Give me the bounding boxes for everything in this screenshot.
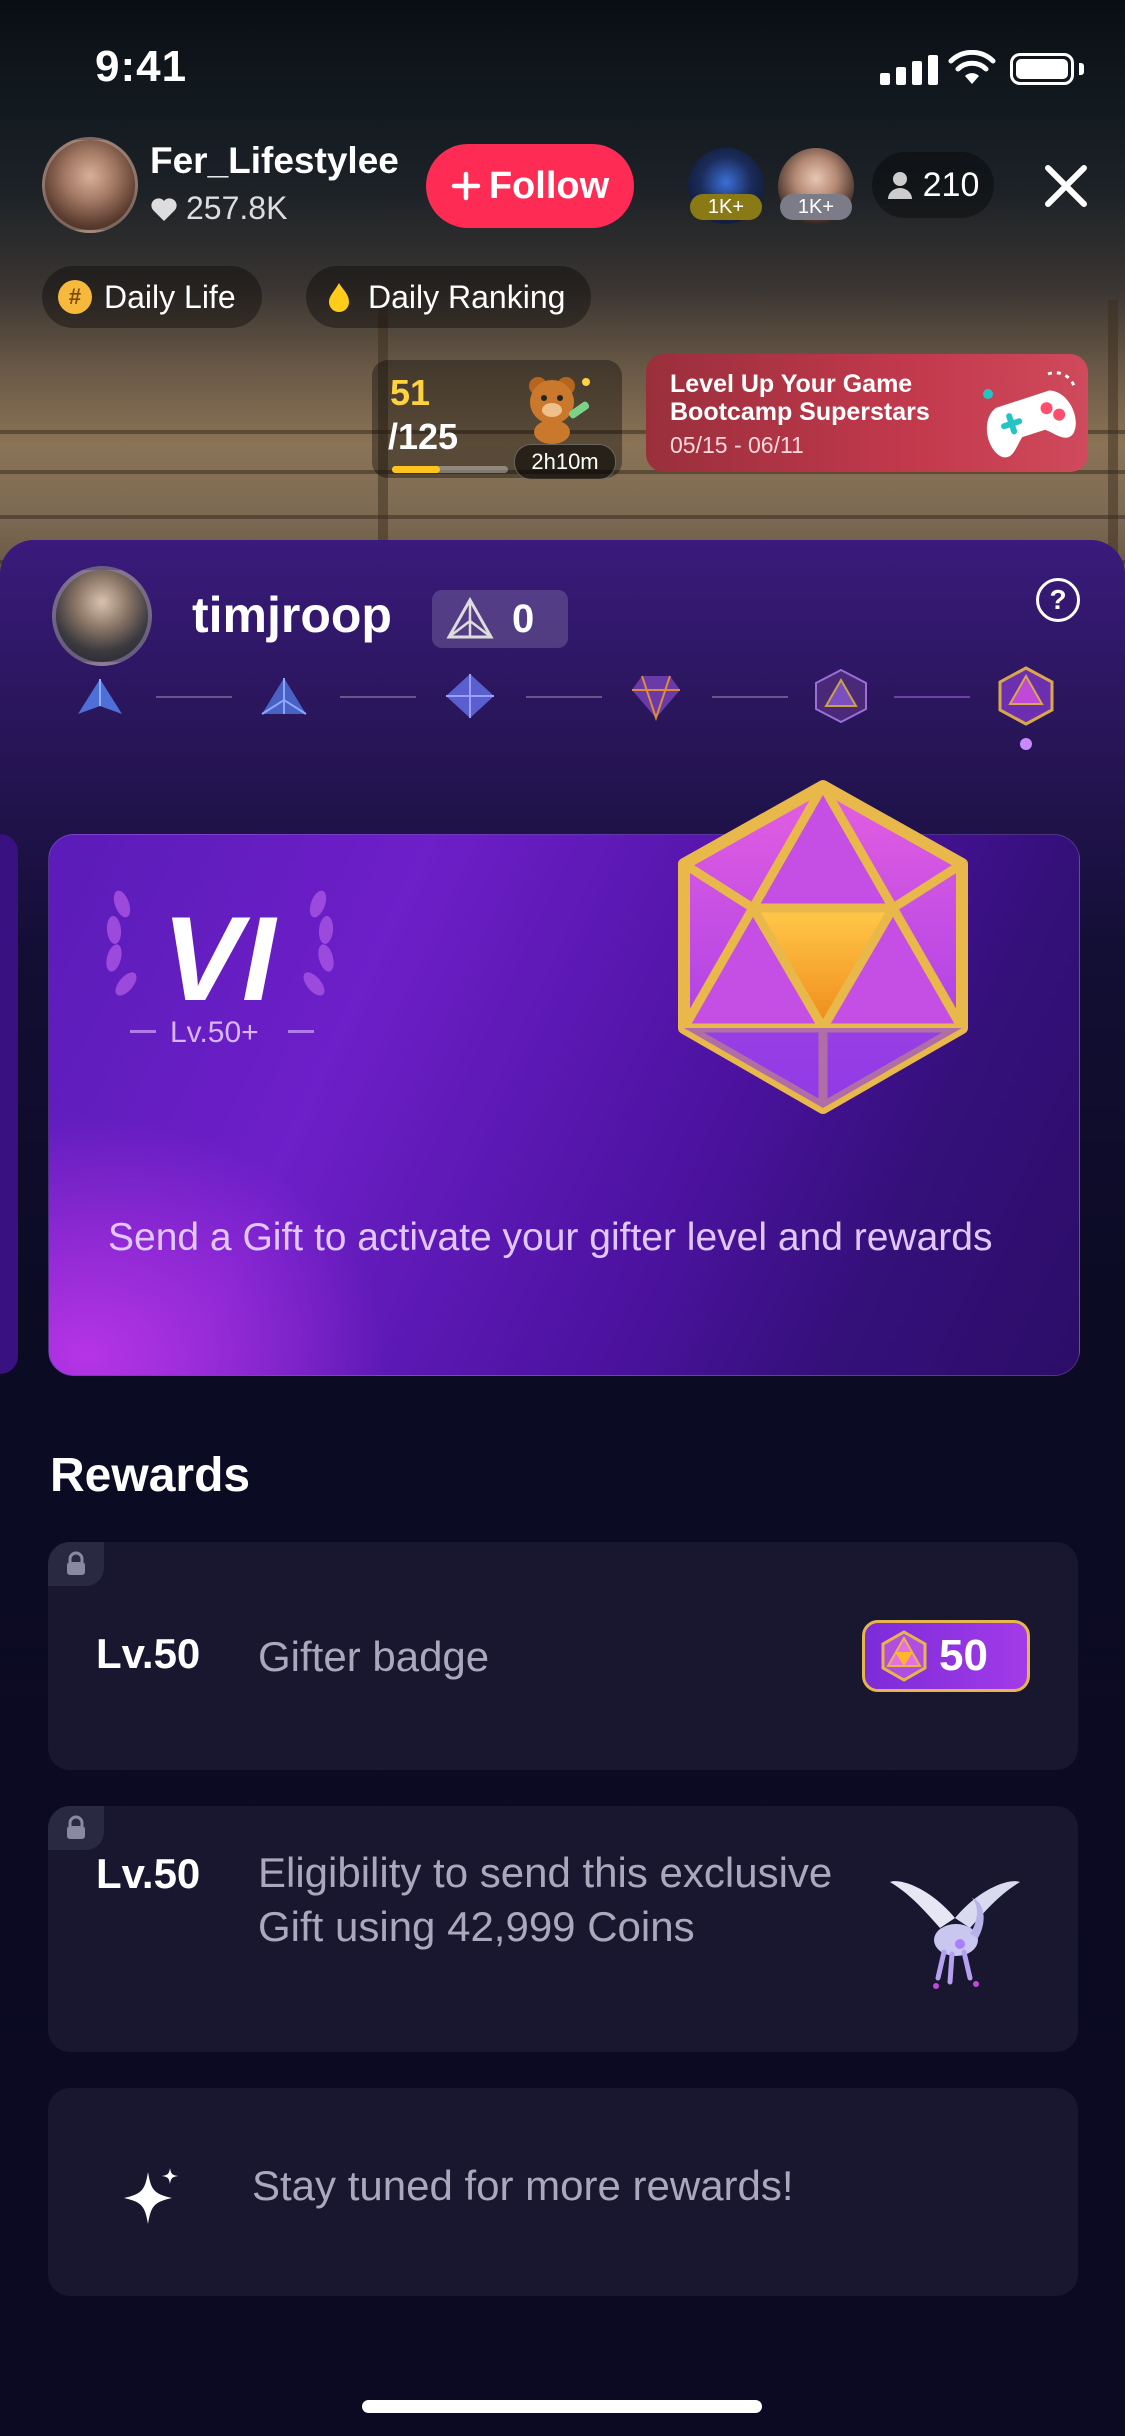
- level-gem-icon: [446, 597, 494, 639]
- gifter-level-6-gem-icon: [678, 780, 968, 1114]
- rewards-title: Rewards: [50, 1449, 251, 1502]
- more-rewards-text: Stay tuned for more rewards!: [252, 2162, 794, 2209]
- help-icon[interactable]: ?: [1036, 578, 1080, 622]
- hashtag-icon: #: [58, 280, 92, 314]
- event-title-line1: Level Up Your Game: [670, 370, 913, 398]
- reward-level: Lv.50: [96, 1630, 201, 1677]
- event-title-line2: Bootcamp Superstars: [670, 398, 930, 426]
- pegasus-gift-icon: [890, 1881, 1020, 1989]
- goal-progress-fill: [392, 466, 440, 473]
- tag-daily-life[interactable]: # Daily Life: [42, 266, 262, 328]
- plus-icon: [451, 171, 481, 201]
- level-connector: [712, 696, 788, 698]
- reward-description: Eligibility to send this exclusive Gift …: [258, 1849, 833, 1950]
- goal-total: /125: [388, 416, 459, 457]
- level-dash-right: [288, 1030, 314, 1033]
- tag-label: Daily Ranking: [368, 278, 566, 315]
- user-name: timjroop: [192, 587, 392, 643]
- tag-daily-ranking[interactable]: Daily Ranking: [306, 266, 592, 328]
- game-controller-icon: [983, 371, 1076, 458]
- user-score-value: 0: [512, 596, 535, 641]
- viewer-count[interactable]: 210: [872, 152, 994, 218]
- reward-description: Gifter badge: [258, 1633, 490, 1680]
- battery-icon: [1010, 53, 1074, 85]
- heart-icon: [151, 197, 177, 221]
- previous-level-card-edge: [0, 834, 18, 1374]
- level-connector: [340, 696, 416, 698]
- activate-message: Send a Gift to activate your gifter leve…: [108, 1216, 993, 1259]
- reward-level: Lv.50: [96, 1850, 201, 1897]
- user-avatar: [52, 566, 152, 666]
- status-time: 9:41: [95, 42, 188, 91]
- goal-current: 51: [390, 372, 431, 413]
- host-name[interactable]: Fer_Lifestylee: [150, 140, 399, 182]
- level-requirement: Lv.50+: [170, 1016, 259, 1049]
- lock-icon: [48, 1806, 104, 1850]
- tag-label: Daily Life: [104, 278, 236, 315]
- battery-tip: [1079, 63, 1084, 75]
- follow-button[interactable]: Follow: [426, 144, 634, 228]
- level-2-icon[interactable]: [256, 674, 312, 718]
- flame-icon: [329, 283, 349, 312]
- level-dash-left: [130, 1030, 156, 1033]
- home-indicator[interactable]: [362, 2400, 762, 2413]
- level-connector: [526, 696, 602, 698]
- badge-gem-icon: [881, 1630, 927, 1682]
- level-connector: [894, 696, 970, 698]
- viewer-badge-1: 1K+: [690, 194, 762, 220]
- level-roman-numeral: VI: [162, 892, 276, 1026]
- current-level-indicator: [1020, 738, 1032, 750]
- level-1-icon[interactable]: [72, 676, 128, 718]
- gifter-badge-preview: 50: [862, 1620, 1030, 1692]
- host-avatar[interactable]: [42, 137, 138, 233]
- viewer-badge-2: 1K+: [780, 194, 852, 220]
- follow-label: Follow: [488, 164, 610, 207]
- level-5-icon[interactable]: [810, 666, 872, 726]
- sparkle-icon: [124, 2168, 178, 2224]
- badge-value: 50: [939, 1631, 988, 1680]
- level-6-icon[interactable]: [994, 664, 1058, 728]
- teddy-bear-icon: [529, 377, 590, 444]
- wifi-icon: [948, 50, 996, 84]
- level-4-icon[interactable]: [628, 670, 684, 722]
- close-icon[interactable]: [1038, 158, 1094, 214]
- host-likes-count: 257.8K: [186, 190, 288, 226]
- signal-icon: [880, 55, 938, 85]
- lock-icon: [48, 1542, 104, 1586]
- goal-timer: 2h10m: [514, 444, 616, 480]
- event-dates: 05/15 - 06/11: [670, 432, 804, 458]
- level-3-icon[interactable]: [442, 670, 498, 722]
- viewer-count-value: 210: [922, 165, 980, 204]
- level-connector: [156, 696, 232, 698]
- user-gifter-score: 0: [432, 590, 568, 648]
- person-icon: [887, 172, 912, 199]
- host-likes: 257.8K: [150, 190, 287, 227]
